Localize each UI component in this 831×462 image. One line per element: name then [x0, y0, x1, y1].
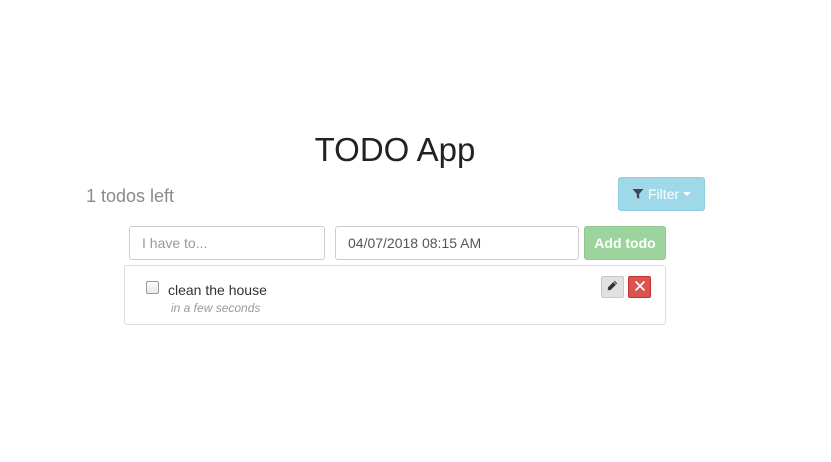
filter-icon — [632, 188, 644, 200]
todo-done-checkbox[interactable] — [146, 281, 159, 294]
todo-time: in a few seconds — [171, 301, 261, 315]
todo-text: clean the house — [168, 282, 267, 298]
pencil-icon — [607, 278, 618, 296]
list-item: clean the house in a few seconds — [125, 266, 665, 324]
page-title: TODO App — [314, 131, 476, 168]
edit-todo-button[interactable] — [601, 276, 624, 298]
todo-text-input[interactable] — [129, 226, 325, 260]
delete-todo-button[interactable] — [628, 276, 651, 298]
todo-list: clean the house in a few seconds — [124, 265, 666, 325]
close-icon — [634, 278, 645, 296]
todo-app-page: TODO App 1 todos left Filter Add todo cl… — [0, 0, 831, 462]
add-todo-button[interactable]: Add todo — [584, 226, 666, 260]
filter-button-label: Filter — [647, 186, 680, 202]
caret-down-icon — [683, 191, 692, 197]
todos-left-count: 1 todos left — [86, 186, 175, 206]
date-time-input[interactable] — [335, 226, 579, 260]
filter-button[interactable]: Filter — [618, 177, 705, 211]
